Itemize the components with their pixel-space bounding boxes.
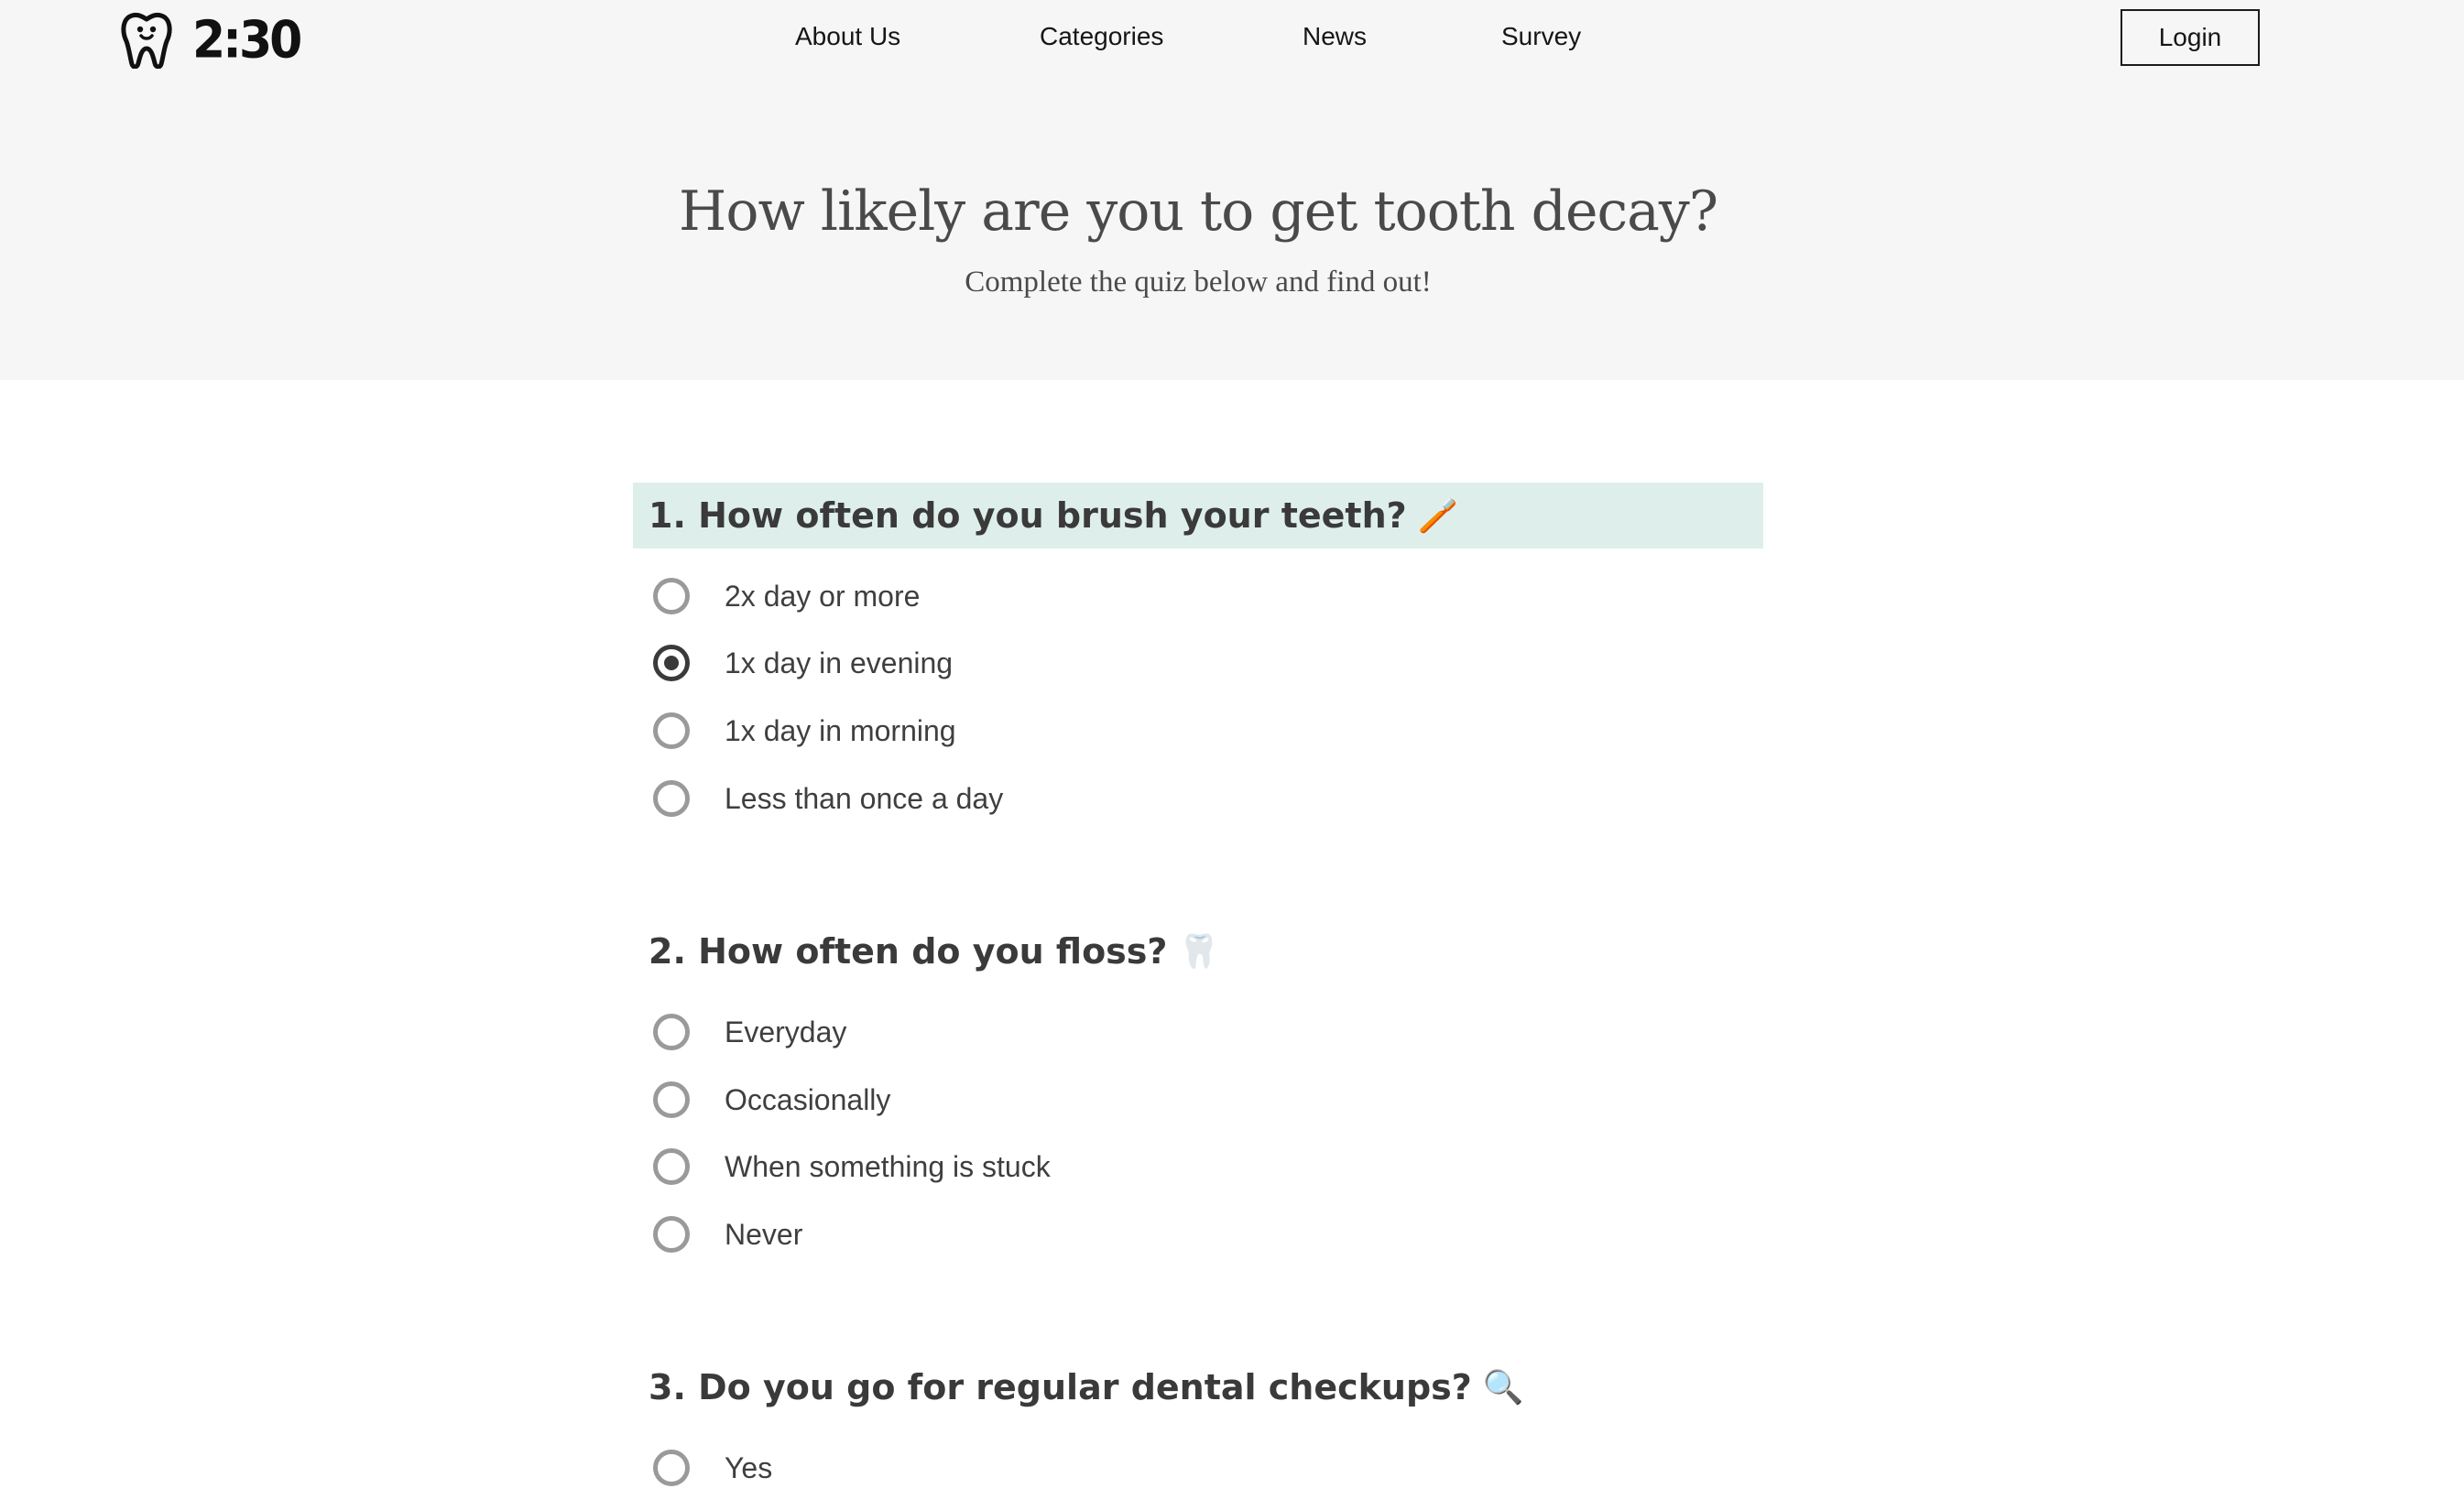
tooth-emoji-icon: 🦷 bbox=[1178, 933, 1220, 971]
radio-button-selected[interactable] bbox=[653, 645, 690, 681]
radio-button[interactable] bbox=[653, 1148, 690, 1185]
brand-name: 2:30 bbox=[192, 10, 302, 71]
login-button[interactable]: Login bbox=[2121, 9, 2260, 66]
radio-button[interactable] bbox=[653, 1450, 690, 1486]
radio-button[interactable] bbox=[653, 1216, 690, 1253]
option-label: 1x day in morning bbox=[725, 713, 956, 747]
option-label: Yes bbox=[725, 1450, 773, 1484]
question-1-text: 1. How often do you brush your teeth? bbox=[649, 495, 1407, 536]
question-3-text: 3. Do you go for regular dental checkups… bbox=[649, 1367, 1472, 1407]
question-1-title: 1. How often do you brush your teeth? 🪥 bbox=[633, 483, 1763, 549]
question-2-option-4[interactable]: Never bbox=[653, 1211, 802, 1258]
tooth-icon bbox=[121, 12, 172, 69]
question-3-title: 3. Do you go for regular dental checkups… bbox=[633, 1354, 1763, 1420]
option-label: Less than once a day bbox=[725, 781, 1004, 815]
radio-button[interactable] bbox=[653, 780, 690, 817]
question-2-option-2[interactable]: Occasionally bbox=[653, 1076, 890, 1124]
page-title: How likely are you to get tooth decay? bbox=[679, 179, 1718, 244]
nav-news[interactable]: News bbox=[1303, 22, 1367, 51]
page-subtitle: Complete the quiz below and find out! bbox=[965, 266, 1432, 299]
option-label: When something is stuck bbox=[725, 1149, 1051, 1183]
option-label: Everyday bbox=[725, 1015, 847, 1048]
option-label: Occasionally bbox=[725, 1082, 891, 1116]
hero-section: 2:30 About Us Categories News Survey Log… bbox=[0, 0, 2464, 380]
radio-button[interactable] bbox=[653, 712, 690, 749]
radio-button[interactable] bbox=[653, 1014, 690, 1050]
option-label: 2x day or more bbox=[725, 579, 921, 613]
question-2-text: 2. How often do you floss? bbox=[649, 931, 1168, 972]
radio-button[interactable] bbox=[653, 1081, 690, 1118]
toothbrush-icon: 🪥 bbox=[1417, 497, 1459, 535]
question-2-option-1[interactable]: Everyday bbox=[653, 1008, 846, 1056]
nav-survey[interactable]: Survey bbox=[1501, 22, 1581, 51]
question-1-option-2[interactable]: 1x day in evening bbox=[653, 639, 953, 687]
logo[interactable]: 2:30 bbox=[121, 10, 302, 71]
question-1-option-3[interactable]: 1x day in morning bbox=[653, 707, 956, 755]
radio-button[interactable] bbox=[653, 578, 690, 614]
question-2-option-3[interactable]: When something is stuck bbox=[653, 1143, 1051, 1190]
question-1-option-1[interactable]: 2x day or more bbox=[653, 572, 920, 620]
nav-about-us[interactable]: About Us bbox=[795, 22, 900, 51]
question-3-option-1[interactable]: Yes bbox=[653, 1444, 772, 1492]
option-label: 1x day in evening bbox=[725, 646, 954, 679]
question-2-title: 2. How often do you floss? 🦷 bbox=[633, 918, 1763, 984]
magnifier-icon: 🔍 bbox=[1482, 1369, 1524, 1407]
question-1-option-4[interactable]: Less than once a day bbox=[653, 775, 1003, 822]
option-label: Never bbox=[725, 1217, 803, 1251]
nav-categories[interactable]: Categories bbox=[1040, 22, 1163, 51]
